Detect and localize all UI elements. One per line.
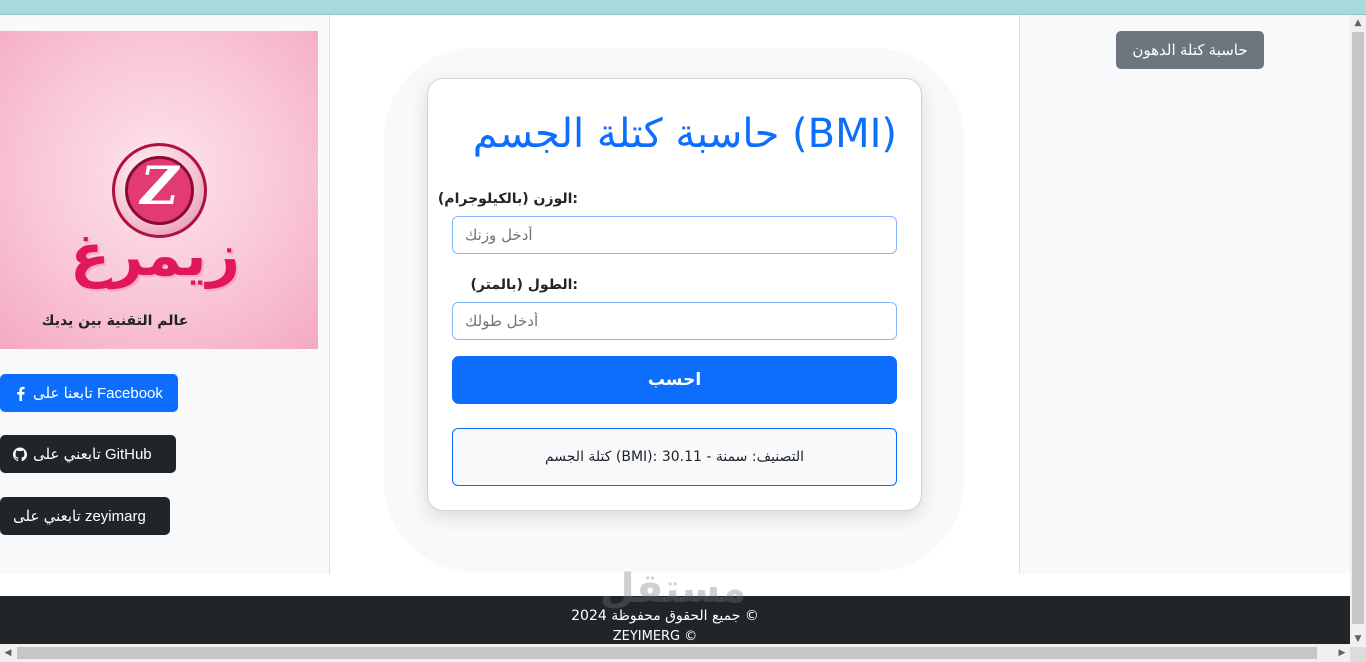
right-sidebar [1019, 15, 1350, 574]
logo-tagline: عالم التقنية بين يديك [41, 313, 189, 329]
scroll-down-icon[interactable]: ▼ [1350, 631, 1366, 647]
logo-monogram: Z [140, 156, 179, 217]
calculate-button[interactable]: احسب [452, 356, 897, 404]
weight-input[interactable] [452, 216, 897, 254]
horizontal-scroll-thumb[interactable] [17, 647, 1317, 659]
github-follow-button[interactable]: تابعني على GitHub [0, 435, 176, 473]
github-icon [13, 447, 27, 461]
logo-brand-text: زيمرغ [70, 221, 240, 289]
site-logo: Z زيمرغ عالم التقنية بين يديك [0, 31, 318, 349]
facebook-icon [13, 386, 27, 401]
height-label: :الطول (بالمتر) [470, 277, 578, 293]
zeyimarg-follow-label: تابعني على zeyimarg [13, 508, 146, 525]
height-input[interactable] [452, 302, 897, 340]
page-title: (BMI) حاسبة كتلة الجسم [472, 111, 897, 157]
result-box: التصنيف: سمنة - 30.11 :(BMI) كتلة الجسم [452, 428, 897, 486]
weight-label: :الوزن (بالكيلوجرام) [437, 191, 578, 207]
scrollbar-corner [1350, 647, 1366, 662]
github-follow-label: تابعني على GitHub [33, 446, 152, 463]
horizontal-scrollbar[interactable]: ◀ ▶ [0, 644, 1350, 662]
vertical-scrollbar[interactable]: ▲ ▼ [1350, 15, 1366, 647]
scroll-left-icon[interactable]: ◀ [0, 644, 16, 662]
browser-topbar [0, 0, 1366, 15]
scroll-right-icon[interactable]: ▶ [1334, 644, 1350, 662]
bmi-card: (BMI) حاسبة كتلة الجسم :الوزن (بالكيلوجر… [427, 78, 922, 511]
fat-calculator-button[interactable]: حاسبة كتلة الدهون [1116, 31, 1264, 69]
footer-brand: ZEYIMERG © [612, 629, 698, 644]
watermark: مستقل [600, 566, 747, 612]
facebook-follow-label: تابعنا على Facebook [33, 385, 163, 402]
result-text: التصنيف: سمنة - 30.11 :(BMI) كتلة الجسم [544, 449, 805, 465]
facebook-follow-button[interactable]: تابعنا على Facebook [0, 374, 178, 412]
zeyimarg-follow-button[interactable]: تابعني على zeyimarg [0, 497, 170, 535]
scroll-up-icon[interactable]: ▲ [1350, 15, 1366, 31]
vertical-scroll-thumb[interactable] [1352, 32, 1364, 624]
